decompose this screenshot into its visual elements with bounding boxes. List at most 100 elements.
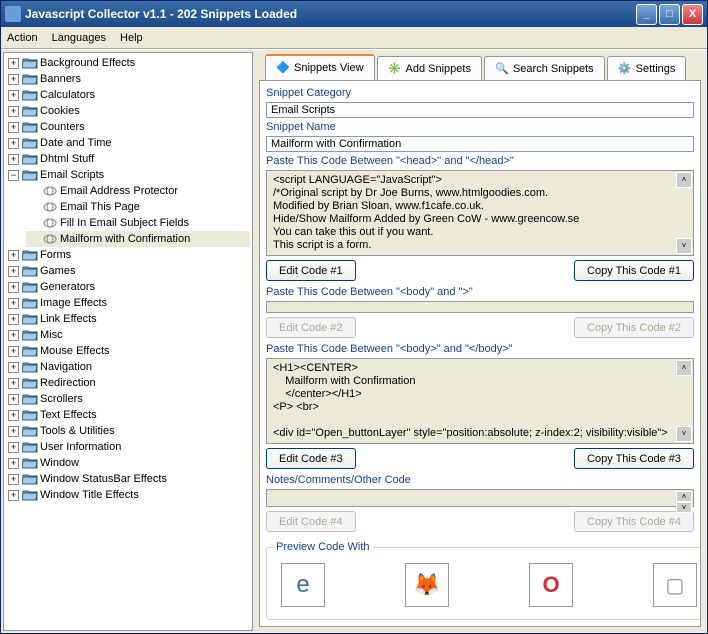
tree-category[interactable]: +Mouse Effects (6, 343, 250, 359)
folder-icon (22, 424, 38, 438)
minimize-button[interactable]: _ (636, 4, 657, 25)
expand-icon[interactable]: + (8, 90, 19, 101)
expand-icon[interactable]: + (8, 250, 19, 261)
tree-category[interactable]: +User Information (6, 439, 250, 455)
expand-icon[interactable]: + (8, 490, 19, 501)
scroll-up-icon[interactable]: ˄ (676, 360, 692, 376)
category-tree[interactable]: +Background Effects+Banners+Calculators+… (3, 52, 253, 631)
input-name[interactable] (266, 136, 694, 152)
collapse-icon[interactable]: − (8, 170, 19, 181)
tree-category[interactable]: + Counters (6, 119, 250, 135)
body-open-code-box[interactable] (266, 301, 694, 313)
expand-icon[interactable]: + (8, 442, 19, 453)
folder-icon (22, 264, 38, 278)
preview-ie-button[interactable]: e (281, 563, 325, 607)
tree-leaf[interactable]: Fill In Email Subject Fields (26, 215, 250, 231)
tree-category[interactable]: −Email Scripts (6, 167, 250, 183)
snippet-icon (42, 185, 58, 197)
tree-category[interactable]: +Window StatusBar Effects (6, 471, 250, 487)
input-category[interactable] (266, 102, 694, 118)
expand-icon[interactable]: + (8, 346, 19, 357)
scrollbar[interactable]: ˄˅ (676, 491, 692, 505)
copy-code-3-button[interactable]: Copy This Code #3 (574, 448, 694, 469)
tree-category[interactable]: +Navigation (6, 359, 250, 375)
expand-icon[interactable]: + (8, 458, 19, 469)
expand-icon[interactable]: + (8, 378, 19, 389)
expand-icon[interactable]: + (8, 362, 19, 373)
expand-icon[interactable]: + (8, 106, 19, 117)
tree-category[interactable]: +Scrollers (6, 391, 250, 407)
tree-category[interactable]: +Link Effects (6, 311, 250, 327)
category-label: Misc (40, 329, 63, 341)
tab-settings[interactable]: ⚙️Settings (607, 56, 687, 80)
copy-code-1-button[interactable]: Copy This Code #1 (574, 260, 694, 281)
tree-leaf[interactable]: Email Address Protector (26, 183, 250, 199)
expand-icon[interactable]: + (8, 474, 19, 485)
close-button[interactable]: X (682, 4, 703, 25)
edit-code-3-button[interactable]: Edit Code #3 (266, 448, 356, 469)
tree-category[interactable]: +Date and Time (6, 135, 250, 151)
menu-languages[interactable]: Languages (52, 32, 106, 44)
expand-icon[interactable]: + (8, 74, 19, 85)
expand-icon[interactable]: + (8, 394, 19, 405)
tree-leaf[interactable]: Mailform with Confirmation (26, 231, 250, 247)
preview-opera-button[interactable]: O (529, 563, 573, 607)
main-window: Javascript Collector v1.1 - 202 Snippets… (0, 0, 708, 634)
notes-box[interactable]: ˄˅ (266, 489, 694, 507)
scroll-down-icon[interactable]: ˅ (676, 502, 692, 513)
tree-category[interactable]: +Text Effects (6, 407, 250, 423)
tree-category[interactable]: +Cookies (6, 103, 250, 119)
leaf-label: Email This Page (60, 201, 140, 213)
tree-category[interactable]: +Calculators (6, 87, 250, 103)
expand-icon[interactable]: + (8, 266, 19, 277)
settings-icon: ⚙️ (618, 62, 632, 76)
tree-category[interactable]: + Window Title Effects (6, 487, 250, 503)
expand-icon[interactable]: + (8, 410, 19, 421)
menu-help[interactable]: Help (120, 32, 143, 44)
expand-icon[interactable]: + (8, 314, 19, 325)
tree-category[interactable]: +Banners (6, 71, 250, 87)
tab-snippets-view[interactable]: 🔷Snippets View (265, 54, 375, 80)
expand-icon[interactable]: + (8, 426, 19, 437)
scrollbar[interactable]: ˄˅ (676, 360, 692, 442)
tree-category[interactable]: +Tools & Utilities (6, 423, 250, 439)
tree-leaf[interactable]: Email This Page (26, 199, 250, 215)
menu-action[interactable]: Action (7, 32, 38, 44)
edit-code-1-button[interactable]: Edit Code #1 (266, 260, 356, 281)
tree-category[interactable]: +Games (6, 263, 250, 279)
tree-category[interactable]: +Image Effects (6, 295, 250, 311)
tab-add-snippets[interactable]: ✳️Add Snippets (377, 56, 482, 80)
body-code-box[interactable]: <H1><CENTER> Mailform with Confirmation … (266, 358, 694, 444)
tree-category[interactable]: +Window (6, 455, 250, 471)
expand-icon[interactable]: + (8, 154, 19, 165)
expand-icon[interactable]: + (8, 330, 19, 341)
expand-icon[interactable]: + (8, 282, 19, 293)
folder-icon (22, 104, 38, 118)
tree-category[interactable]: +Dhtml Stuff (6, 151, 250, 167)
preview-other-button[interactable]: ▢ (653, 563, 697, 607)
maximize-button[interactable]: □ (659, 4, 680, 25)
scroll-up-icon[interactable]: ˄ (676, 491, 692, 502)
folder-icon (22, 440, 38, 454)
expand-icon[interactable]: + (8, 58, 19, 69)
tree-category[interactable]: +Forms (6, 247, 250, 263)
tree-category[interactable]: +Redirection (6, 375, 250, 391)
tree-category[interactable]: + Misc (6, 327, 250, 343)
tree-category[interactable]: +Background Effects (6, 55, 250, 71)
expand-icon[interactable]: + (8, 122, 19, 133)
label-body-code: Paste This Code Between "<body>" and "</… (266, 343, 694, 355)
category-label: Counters (40, 121, 85, 133)
category-label: Window Title Effects (40, 489, 139, 501)
folder-icon (22, 296, 38, 310)
scroll-down-icon[interactable]: ˅ (676, 426, 692, 442)
tree-category[interactable]: +Generators (6, 279, 250, 295)
scrollbar[interactable]: ˄˅ (676, 172, 692, 254)
expand-icon[interactable]: + (8, 138, 19, 149)
expand-icon[interactable]: + (8, 298, 19, 309)
preview-firefox-button[interactable]: 🦊 (405, 563, 449, 607)
scroll-down-icon[interactable]: ˅ (676, 238, 692, 254)
folder-icon (22, 56, 38, 70)
head-code-box[interactable]: <script LANGUAGE="JavaScript"> /*Origina… (266, 170, 694, 256)
scroll-up-icon[interactable]: ˄ (676, 172, 692, 188)
tab-search-snippets[interactable]: 🔍Search Snippets (484, 56, 605, 80)
